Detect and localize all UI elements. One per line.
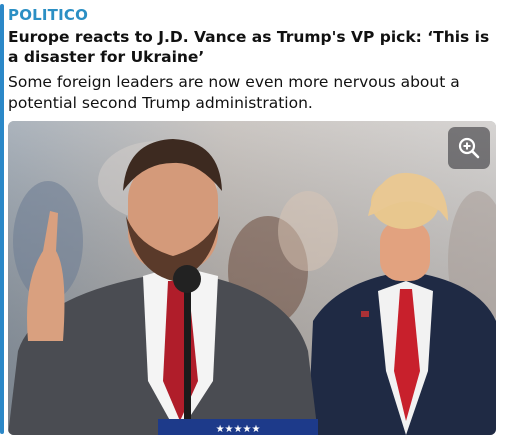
site-name[interactable]: POLITICO bbox=[8, 6, 88, 24]
preview-title[interactable]: Europe reacts to J.D. Vance as Trump's V… bbox=[8, 27, 502, 67]
photo-illustration: ★★★★★ bbox=[8, 121, 496, 435]
podium-stars: ★★★★★ bbox=[216, 424, 261, 435]
preview-description: Some foreign leaders are now even more n… bbox=[8, 73, 460, 112]
zoom-button[interactable] bbox=[448, 127, 490, 169]
preview-image[interactable]: ★★★★★ bbox=[8, 121, 496, 435]
preview-accent-bar bbox=[0, 4, 4, 434]
link-preview-card[interactable]: POLITICO Europe reacts to J.D. Vance as … bbox=[0, 0, 506, 438]
zoom-in-icon bbox=[458, 137, 480, 159]
